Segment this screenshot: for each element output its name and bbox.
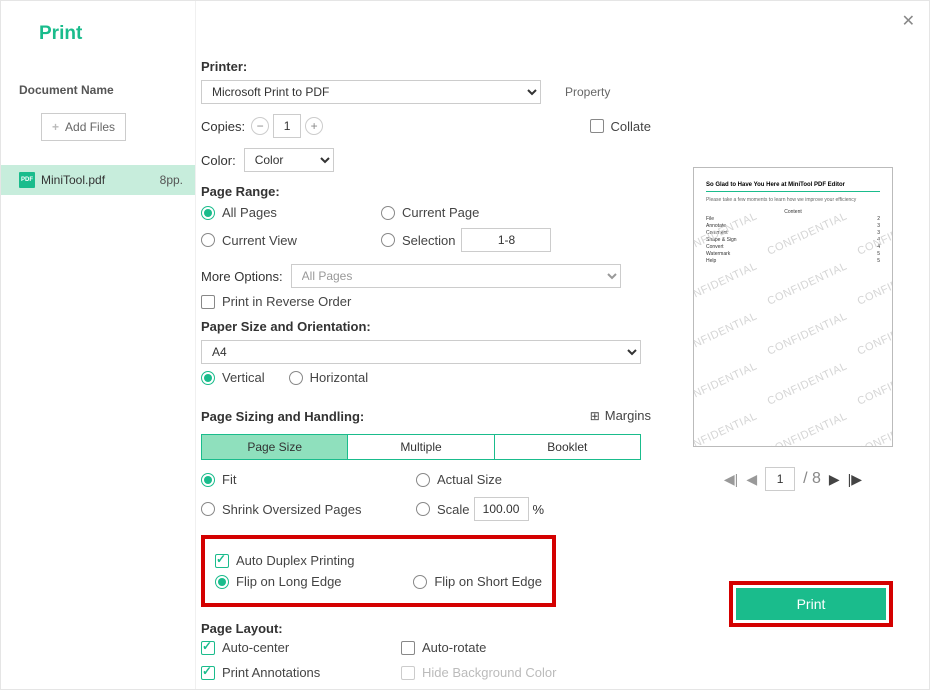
shrink-radio[interactable]: Shrink Oversized Pages bbox=[201, 497, 416, 521]
next-page-icon[interactable]: ▶ bbox=[829, 471, 840, 488]
close-icon[interactable]: ✕ bbox=[902, 11, 915, 31]
scale-radio[interactable]: Scale bbox=[416, 502, 470, 517]
add-files-label: Add Files bbox=[65, 120, 115, 134]
printer-label: Printer: bbox=[201, 59, 651, 74]
more-options-label: More Options: bbox=[201, 269, 283, 284]
print-highlight-box: Print bbox=[729, 581, 893, 627]
checkbox-icon bbox=[401, 641, 415, 655]
tab-page-size[interactable]: Page Size bbox=[202, 435, 347, 459]
radio-icon bbox=[201, 233, 215, 247]
file-name: MiniTool.pdf bbox=[41, 173, 105, 187]
checkbox-icon bbox=[590, 119, 604, 133]
vertical-radio[interactable]: Vertical bbox=[201, 370, 265, 385]
fit-radio[interactable]: Fit bbox=[201, 472, 416, 487]
reverse-order-checkbox[interactable]: Print in Reverse Order bbox=[201, 294, 351, 309]
paper-size-select[interactable]: A4 bbox=[201, 340, 641, 364]
printer-select[interactable]: Microsoft Print to PDF bbox=[201, 80, 541, 104]
radio-icon bbox=[201, 371, 215, 385]
current-page-radio[interactable]: Current Page bbox=[381, 205, 651, 220]
copies-input[interactable] bbox=[273, 114, 301, 138]
checkbox-icon bbox=[201, 666, 215, 680]
radio-icon bbox=[201, 502, 215, 516]
more-options-select[interactable]: All Pages bbox=[291, 264, 621, 288]
color-select[interactable]: Color bbox=[244, 148, 334, 172]
duplex-highlight-box: Auto Duplex Printing Flip on Long Edge F… bbox=[201, 535, 556, 607]
flip-short-edge-radio[interactable]: Flip on Short Edge bbox=[413, 574, 542, 589]
radio-icon bbox=[201, 206, 215, 220]
file-list-item[interactable]: PDF MiniTool.pdf 8pp. bbox=[1, 165, 195, 195]
preview-pager: ◀| ◀ / 8 ▶ |▶ bbox=[693, 467, 893, 491]
main-panel: Printer: Microsoft Print to PDF Property… bbox=[201, 53, 651, 680]
radio-icon bbox=[381, 206, 395, 220]
preview-page: So Glad to Have You Here at MiniTool PDF… bbox=[693, 167, 893, 447]
print-annotations-checkbox[interactable]: Print Annotations bbox=[201, 665, 401, 680]
tab-multiple[interactable]: Multiple bbox=[347, 435, 493, 459]
flip-long-edge-radio[interactable]: Flip on Long Edge bbox=[215, 574, 342, 589]
radio-icon bbox=[413, 575, 427, 589]
page-total: / 8 bbox=[803, 470, 821, 488]
preview-panel: So Glad to Have You Here at MiniTool PDF… bbox=[693, 167, 893, 491]
page-range-label: Page Range: bbox=[201, 184, 651, 199]
current-view-radio[interactable]: Current View bbox=[201, 228, 381, 252]
sidebar: Print Document Name + Add Files PDF Mini… bbox=[1, 1, 196, 689]
tab-booklet[interactable]: Booklet bbox=[494, 435, 640, 459]
add-files-button[interactable]: + Add Files bbox=[41, 113, 126, 141]
selection-input[interactable] bbox=[461, 228, 551, 252]
actual-size-radio[interactable]: Actual Size bbox=[416, 472, 651, 487]
checkbox-icon bbox=[201, 295, 215, 309]
margins-icon: ⊞ bbox=[590, 409, 599, 423]
preview-subtitle: Please take a few moments to learn how w… bbox=[706, 197, 880, 203]
sizing-label: Page Sizing and Handling: bbox=[201, 409, 364, 424]
print-button[interactable]: Print bbox=[736, 588, 886, 620]
preview-title: So Glad to Have You Here at MiniTool PDF… bbox=[706, 182, 880, 188]
last-page-icon[interactable]: |▶ bbox=[848, 471, 862, 488]
copies-increment[interactable]: + bbox=[305, 117, 323, 135]
copies-label: Copies: bbox=[201, 119, 245, 134]
auto-center-checkbox[interactable]: Auto-center bbox=[201, 640, 401, 655]
dialog-title: Print bbox=[1, 1, 195, 45]
collate-checkbox[interactable]: Collate bbox=[590, 119, 651, 134]
selection-radio[interactable]: Selection bbox=[381, 233, 455, 248]
first-page-icon[interactable]: ◀| bbox=[724, 471, 738, 488]
plus-icon: + bbox=[52, 120, 59, 134]
printer-property-link[interactable]: Property bbox=[565, 85, 610, 99]
sizing-tabs: Page Size Multiple Booklet bbox=[201, 434, 641, 460]
checkbox-icon bbox=[201, 641, 215, 655]
radio-icon bbox=[381, 233, 395, 247]
horizontal-radio[interactable]: Horizontal bbox=[289, 370, 369, 385]
radio-icon bbox=[201, 473, 215, 487]
prev-page-icon[interactable]: ◀ bbox=[746, 471, 757, 488]
paper-label: Paper Size and Orientation: bbox=[201, 319, 651, 334]
checkbox-icon bbox=[215, 554, 229, 568]
scale-input[interactable] bbox=[474, 497, 529, 521]
auto-duplex-checkbox[interactable]: Auto Duplex Printing bbox=[215, 553, 355, 568]
hide-background-checkbox: Hide Background Color bbox=[401, 665, 651, 680]
page-number-input[interactable] bbox=[765, 467, 795, 491]
auto-rotate-checkbox[interactable]: Auto-rotate bbox=[401, 640, 651, 655]
document-name-label: Document Name bbox=[1, 45, 195, 107]
radio-icon bbox=[416, 473, 430, 487]
all-pages-radio[interactable]: All Pages bbox=[201, 205, 381, 220]
pdf-icon: PDF bbox=[19, 172, 35, 188]
radio-icon bbox=[416, 502, 430, 516]
radio-icon bbox=[289, 371, 303, 385]
page-layout-label: Page Layout: bbox=[201, 621, 651, 636]
file-page-count: 8pp. bbox=[160, 173, 183, 187]
radio-icon bbox=[215, 575, 229, 589]
checkbox-icon bbox=[401, 666, 415, 680]
copies-decrement[interactable]: − bbox=[251, 117, 269, 135]
margins-button[interactable]: ⊞ Margins bbox=[590, 408, 651, 423]
color-label: Color: bbox=[201, 153, 236, 168]
